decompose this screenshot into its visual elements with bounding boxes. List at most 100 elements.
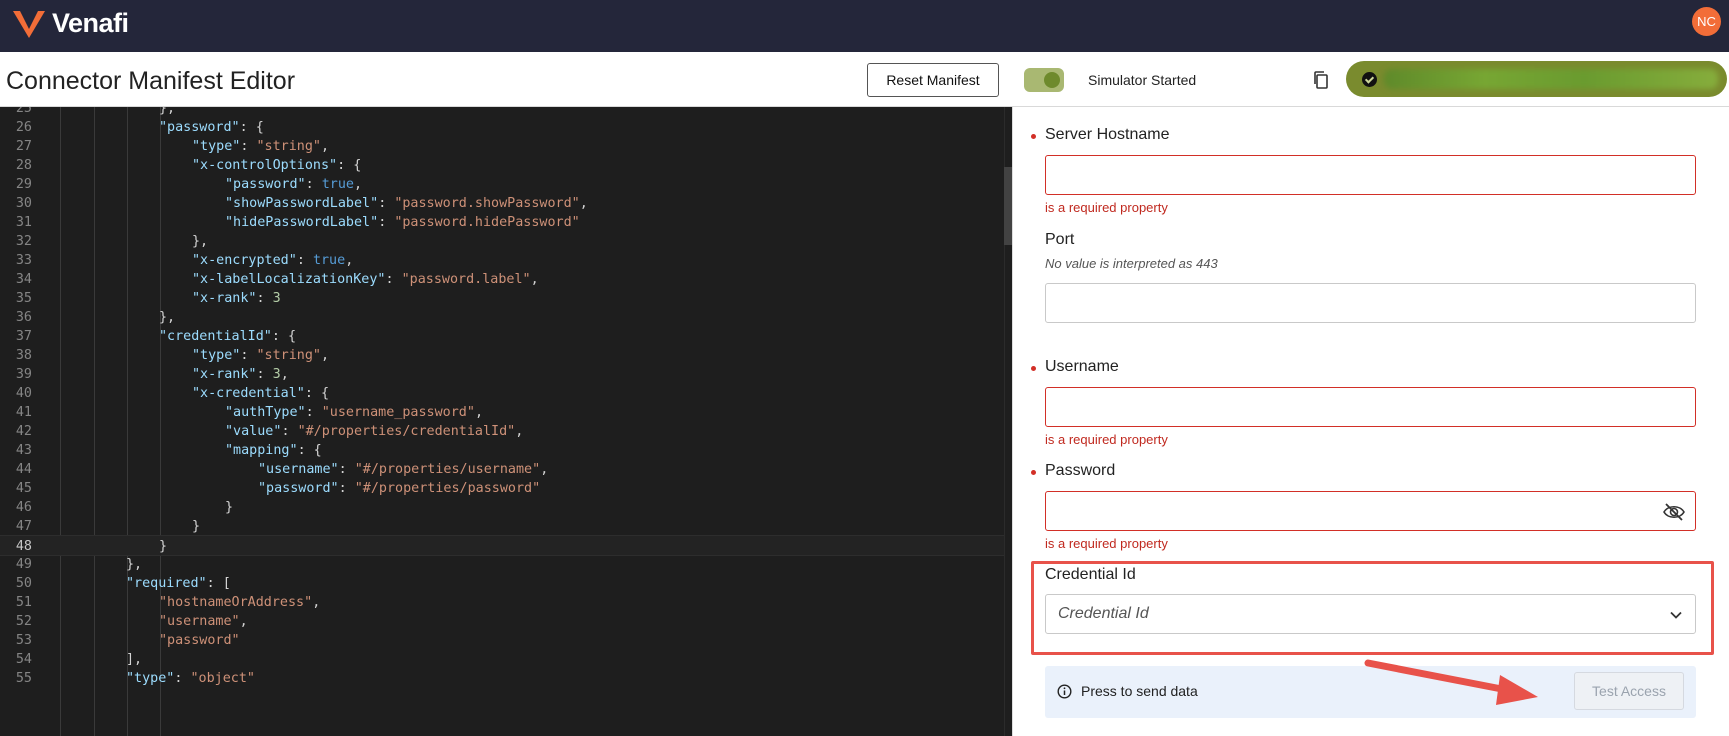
code-text: "hidePasswordLabel": "password.hidePassw…	[225, 215, 580, 230]
credential-id-select[interactable]: Credential Id	[1045, 594, 1696, 634]
code-text: "password"	[159, 633, 240, 648]
code-text: "x-rank": 3,	[192, 367, 289, 382]
code-text: }	[225, 500, 234, 515]
line-number: 28	[15, 158, 32, 173]
port-label: Port	[1045, 231, 1075, 248]
line-number: 52	[15, 614, 32, 629]
code-line[interactable]: 36},	[0, 307, 1004, 328]
page-title: Connector Manifest Editor	[6, 67, 296, 95]
code-line[interactable]: 27 "type": "string",	[0, 136, 1004, 157]
line-number: 54	[15, 652, 32, 667]
line-number: 46	[15, 500, 32, 515]
info-icon	[1057, 684, 1072, 699]
port-hint: No value is interpreted as 443	[1045, 256, 1218, 271]
line-number: 45	[15, 481, 32, 496]
code-line[interactable]: 55 "type": "object"	[0, 668, 1004, 689]
credential-id-placeholder: Credential Id	[1058, 605, 1149, 622]
line-number: 29	[15, 177, 32, 192]
code-text: },	[126, 557, 143, 572]
username-input[interactable]	[1045, 387, 1696, 427]
username-label: Username	[1045, 358, 1119, 375]
code-line[interactable]: 43 "mapping": {	[0, 440, 1004, 461]
simulator-form-panel: Server Hostname is a required property P…	[1012, 107, 1729, 736]
code-line[interactable]: 32},	[0, 231, 1004, 252]
code-line[interactable]: 40 "x-credential": {	[0, 383, 1004, 404]
line-number: 42	[15, 424, 32, 439]
code-text: "password": {	[159, 120, 264, 135]
line-number: 30	[15, 196, 32, 211]
line-number: 33	[15, 253, 32, 268]
code-line[interactable]: 26 "password": {	[0, 117, 1004, 138]
code-line[interactable]: 51 "hostnameOrAddress",	[0, 592, 1004, 613]
code-line[interactable]: 48}	[0, 535, 1004, 556]
line-number: 26	[15, 120, 32, 135]
code-line[interactable]: 37 "credentialId": {	[0, 326, 1004, 347]
code-line[interactable]: 54],	[0, 649, 1004, 670]
code-line[interactable]: 30 "showPasswordLabel": "password.showPas…	[0, 193, 1004, 214]
password-label: Password	[1045, 462, 1116, 479]
annotation-arrow	[1364, 659, 1538, 705]
line-number: 41	[15, 405, 32, 420]
code-line[interactable]: 29 "password": true,	[0, 174, 1004, 195]
line-number: 55	[15, 671, 32, 686]
code-text: "password": "#/properties/password"	[258, 481, 541, 496]
copy-icon[interactable]	[1312, 70, 1330, 90]
code-text: }	[192, 519, 201, 534]
editor-scrollbar[interactable]	[1004, 107, 1012, 736]
password-input[interactable]	[1045, 491, 1696, 531]
line-number: 51	[15, 595, 32, 610]
code-text: "x-credential": {	[192, 386, 330, 401]
code-line[interactable]: 28 "x-controlOptions": {	[0, 155, 1004, 176]
venafi-logo[interactable]: Venafi	[12, 8, 129, 39]
code-text: "showPasswordLabel": "password.showPassw…	[225, 196, 588, 211]
line-number: 38	[15, 348, 32, 363]
code-line[interactable]: 46}	[0, 497, 1004, 518]
code-line[interactable]: 34 "x-labelLocalizationKey": "password.la…	[0, 269, 1004, 290]
code-line[interactable]: 50 "required": [	[0, 573, 1004, 594]
eye-off-icon[interactable]	[1663, 502, 1685, 522]
code-text: },	[159, 310, 176, 325]
code-line[interactable]: 35 "x-rank": 3	[0, 288, 1004, 309]
required-indicator	[1031, 366, 1036, 371]
code-line[interactable]: 33 "x-encrypted": true,	[0, 250, 1004, 271]
port-input[interactable]	[1045, 283, 1696, 323]
simulator-toggle[interactable]	[1024, 68, 1064, 92]
code-text: "credentialId": {	[159, 329, 297, 344]
code-text: "x-encrypted": true,	[192, 253, 354, 268]
line-number: 37	[15, 329, 32, 344]
code-text: "mapping": {	[225, 443, 322, 458]
server-hostname-input[interactable]	[1045, 155, 1696, 195]
code-line[interactable]: 31 "hidePasswordLabel": "password.hidePas…	[0, 212, 1004, 233]
line-number: 36	[15, 310, 32, 325]
required-indicator	[1031, 134, 1036, 139]
code-text: "required": [	[126, 576, 231, 591]
scrollbar-thumb[interactable]	[1004, 167, 1012, 245]
code-line[interactable]: 53 "password"	[0, 630, 1004, 651]
code-line[interactable]: 49},	[0, 554, 1004, 575]
code-line[interactable]: 52 "username",	[0, 611, 1004, 632]
line-number: 53	[15, 633, 32, 648]
code-line[interactable]: 45 "password": "#/properties/password"	[0, 478, 1004, 499]
code-line[interactable]: 39 "x-rank": 3,	[0, 364, 1004, 385]
line-number: 47	[15, 519, 32, 534]
code-line[interactable]: 47}	[0, 516, 1004, 537]
code-text: "password": true,	[225, 177, 363, 192]
page-header: Connector Manifest Editor Reset Manifest…	[0, 52, 1729, 107]
reset-manifest-button[interactable]: Reset Manifest	[867, 63, 999, 97]
code-text: "x-labelLocalizationKey": "password.labe…	[192, 272, 539, 287]
line-number: 27	[15, 139, 32, 154]
redacted-url	[1384, 69, 1718, 89]
code-line[interactable]: 44 "username": "#/properties/username",	[0, 459, 1004, 480]
code-line[interactable]: 42 "value": "#/properties/credentialId",	[0, 421, 1004, 442]
code-text: "authType": "username_password",	[225, 405, 483, 420]
required-indicator	[1031, 470, 1036, 475]
code-text: "username",	[159, 614, 248, 629]
user-avatar[interactable]: NC	[1692, 7, 1721, 36]
test-access-button[interactable]: Test Access	[1574, 672, 1684, 710]
manifest-code-editor[interactable]: 25}, 26 "password": {27 "type": "string", 28…	[0, 107, 1012, 736]
line-number: 39	[15, 367, 32, 382]
code-line[interactable]: 41 "authType": "username_password",	[0, 402, 1004, 423]
logo-text: Venafi	[52, 8, 129, 38]
code-line[interactable]: 38 "type": "string",	[0, 345, 1004, 366]
line-number: 35	[15, 291, 32, 306]
